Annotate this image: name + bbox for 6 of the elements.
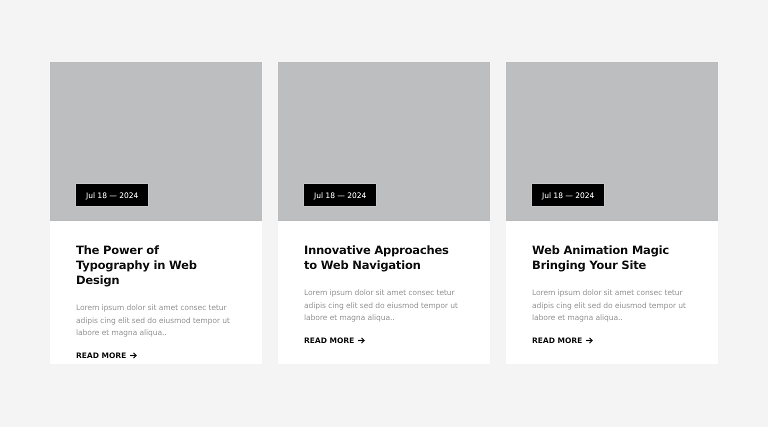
post-title: Innovative Approaches to Web Navigation — [304, 243, 450, 273]
arrow-right-icon — [358, 336, 366, 344]
post-title: The Power of Typography in Web Design — [76, 243, 198, 288]
arrow-right-icon — [586, 336, 594, 344]
post-title: Web Animation Magic Bringing Your Site — [532, 243, 670, 273]
arrow-right-icon — [130, 352, 138, 358]
